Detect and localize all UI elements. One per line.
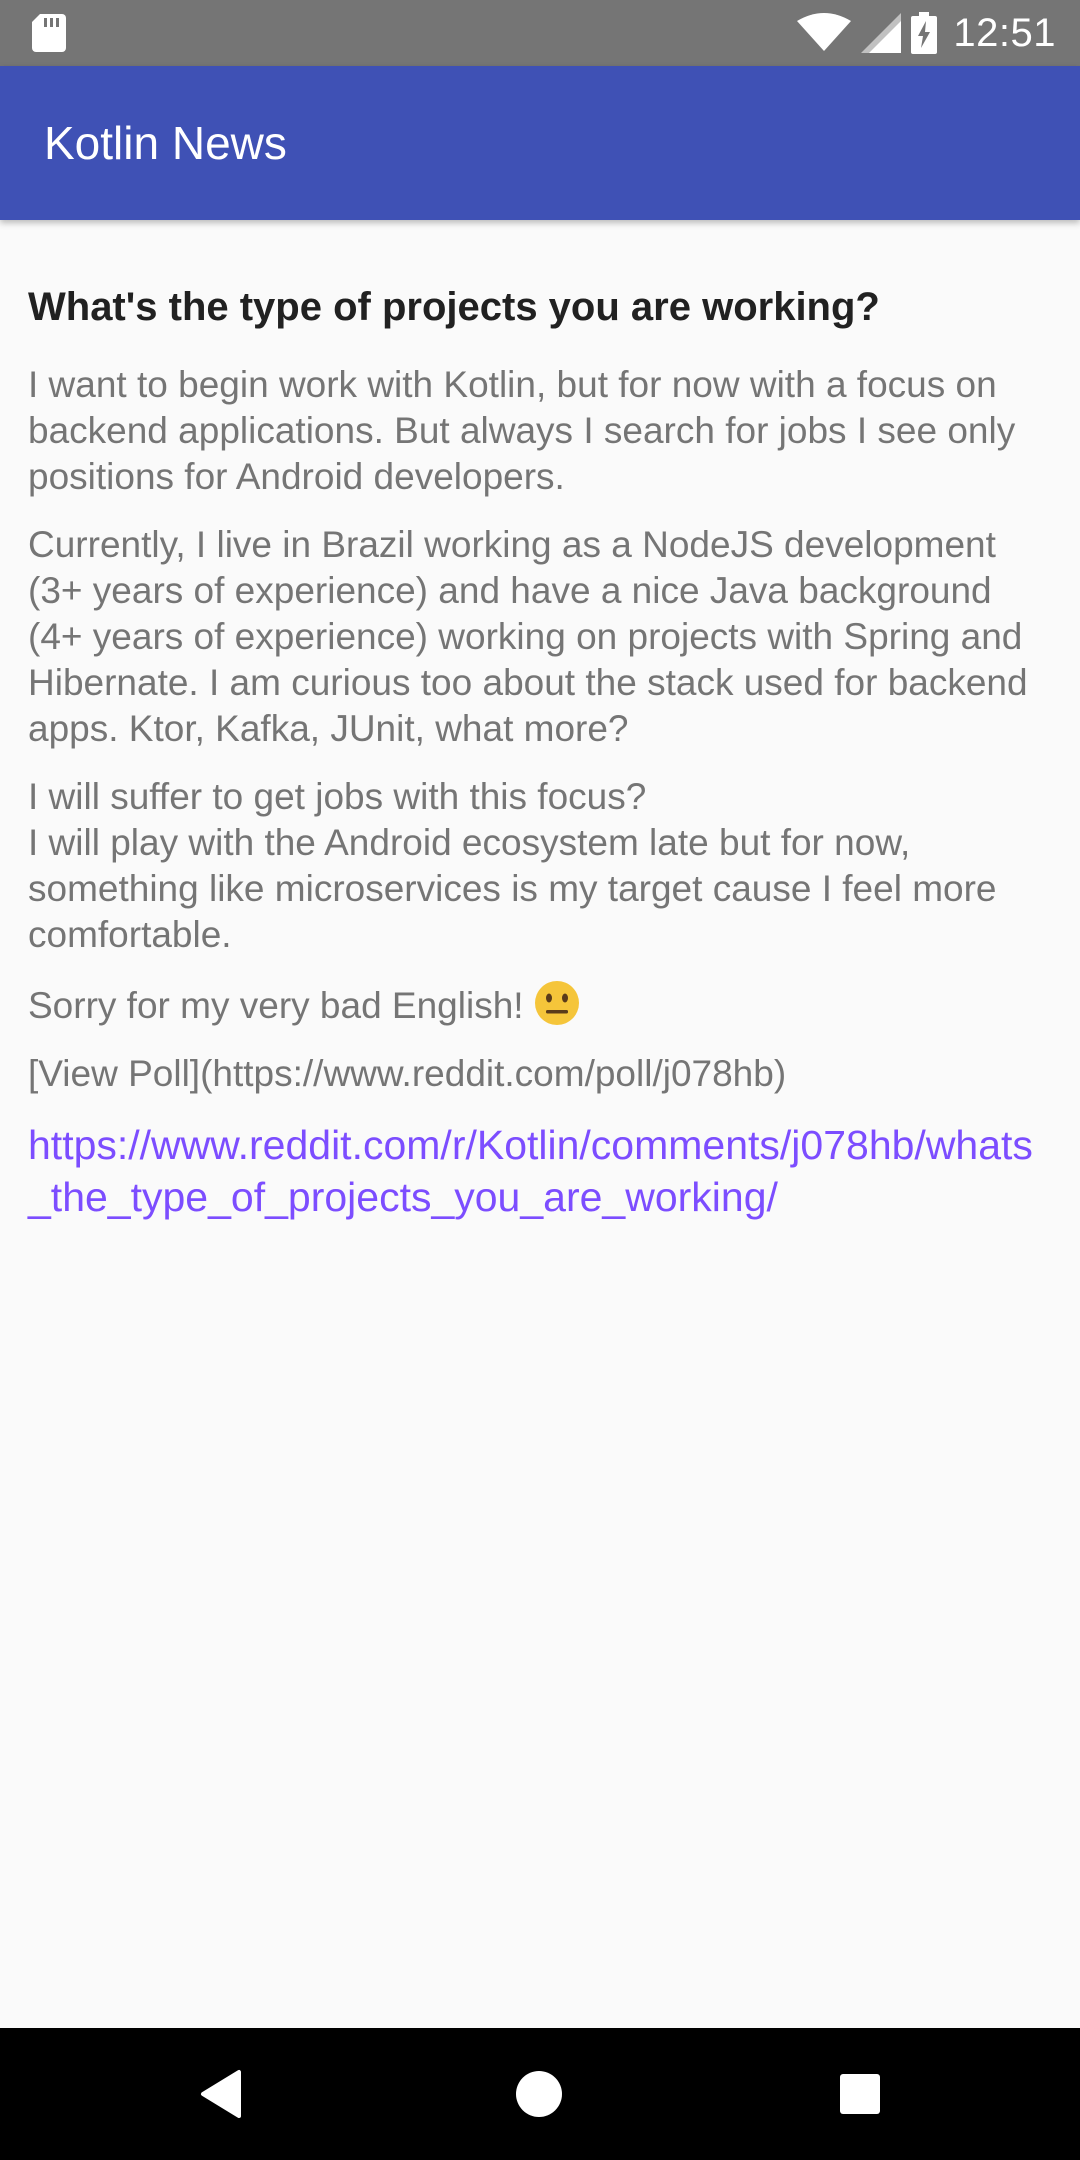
- signal-icon: [861, 13, 902, 53]
- sd-card-icon: [32, 14, 66, 52]
- post-paragraph-apology: Sorry for my very bad English!: [28, 980, 1052, 1029]
- post-url-link[interactable]: https://www.reddit.com/r/Kotlin/comments…: [28, 1119, 1052, 1223]
- post-paragraph-text: Sorry for my very bad English!: [28, 985, 524, 1026]
- post-title: What's the type of projects you are work…: [28, 285, 880, 329]
- app-bar: Kotlin News: [0, 66, 1080, 220]
- navigation-bar: [0, 2028, 1080, 2160]
- home-icon[interactable]: [503, 2058, 575, 2130]
- post-paragraph: I want to begin work with Kotlin, but fo…: [28, 364, 1026, 497]
- status-icons: 12:51: [797, 0, 1056, 66]
- neutral-face-emoji-icon: [534, 981, 579, 1025]
- back-icon[interactable]: [187, 2058, 259, 2130]
- post-paragraph: I will suffer to get jobs with this focu…: [28, 776, 997, 955]
- status-bar: 12:51: [0, 0, 1080, 66]
- post-paragraph: Currently, I live in Brazil working as a…: [28, 524, 1038, 749]
- post-content: What's the type of projects you are work…: [28, 280, 1052, 1223]
- wifi-icon: [797, 13, 852, 51]
- post-paragraph-poll: [View Poll](https://www.reddit.com/poll/…: [28, 1053, 787, 1094]
- recents-icon[interactable]: [824, 2058, 896, 2130]
- app-title: Kotlin News: [44, 117, 287, 169]
- battery-charging-icon: [911, 12, 938, 54]
- status-clock: 12:51: [953, 10, 1056, 55]
